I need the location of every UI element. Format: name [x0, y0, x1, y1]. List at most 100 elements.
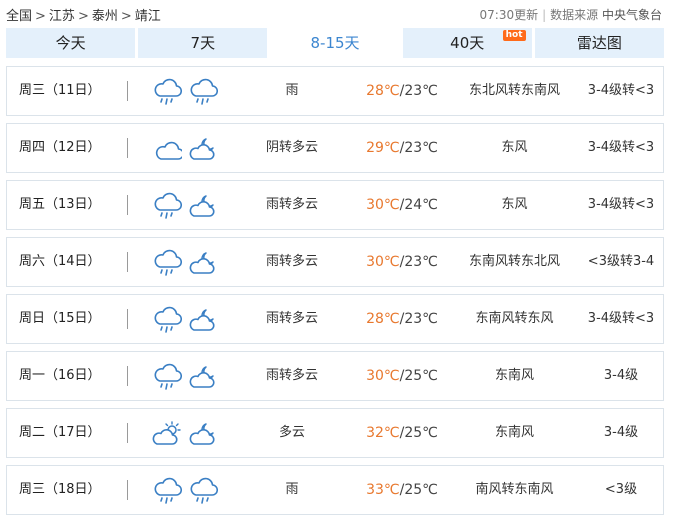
wind-direction: 东南风: [494, 368, 534, 383]
tab-1[interactable]: 7天: [138, 28, 268, 58]
wind-level: 3-4级: [603, 368, 639, 383]
update-time: 07:30更新: [479, 8, 539, 22]
update-info: 07:30更新 | 数据来源 中央气象台: [480, 6, 663, 23]
weather-icons: [152, 67, 224, 115]
tab-label: 雷达图: [576, 34, 622, 52]
temp-low: /24℃: [399, 197, 438, 213]
temp-low: /23℃: [399, 254, 438, 270]
row-divider: [127, 309, 128, 329]
breadcrumb-separator: >: [77, 9, 89, 24]
row-divider: [127, 480, 128, 500]
forecast-row: 周一（16日） 雨转多云 30℃/25℃ 东南风 3-4级: [6, 351, 664, 401]
tab-label: 8-15天: [310, 34, 360, 52]
wind-direction: 东风: [501, 140, 528, 155]
row-divider: [127, 81, 128, 101]
temperature: 32℃/25℃: [342, 409, 462, 457]
row-divider: [127, 423, 128, 443]
tab-4[interactable]: 雷达图: [534, 28, 665, 58]
meta-divider: |: [542, 8, 547, 22]
top-bar: 全国 > 江苏 > 泰州 > 靖江 07:30更新 | 数据来源 中央气象台: [0, 0, 674, 28]
day-label: 周四（12日）: [19, 140, 101, 155]
row-divider: [127, 252, 128, 272]
tab-0[interactable]: 今天: [6, 28, 136, 58]
wind-direction: 东风: [501, 197, 528, 212]
wind-direction: 东北风转东南风: [468, 83, 560, 98]
breadcrumb-city[interactable]: 泰州: [92, 9, 118, 24]
weather-icons: [152, 124, 224, 172]
source-label: 数据来源: [550, 8, 599, 22]
breadcrumb-national[interactable]: 全国: [6, 9, 32, 24]
weather-icons: [152, 466, 224, 514]
wind-level: <3级: [604, 482, 638, 497]
temp-low: /25℃: [399, 482, 438, 498]
temp-low: /23℃: [399, 83, 438, 99]
temp-low: /23℃: [399, 311, 438, 327]
wind-level: 3-4级转<3: [587, 311, 655, 326]
temp-high: 30℃: [366, 254, 400, 270]
weather-desc: 雨: [285, 83, 299, 98]
tab-3[interactable]: 40天 hot: [402, 28, 532, 58]
temperature: 33℃/25℃: [342, 466, 462, 514]
day-label: 周日（15日）: [19, 311, 101, 326]
forecast-row: 周二（17日） 多云 32℃/25℃ 东南风 3-4级: [6, 408, 664, 458]
forecast-row: 周六（14日） 雨转多云 30℃/23℃ 东南风转东北风 <3级转3-4: [6, 237, 664, 287]
temperature: 30℃/23℃: [342, 238, 462, 286]
tab-2[interactable]: 8-15天: [270, 28, 400, 58]
temp-low: /25℃: [399, 425, 438, 441]
tab-label: 今天: [55, 34, 86, 52]
weather-icons: [152, 238, 224, 286]
weather-desc: 多云: [278, 425, 305, 440]
weather-icons: [152, 295, 224, 343]
wind-direction: 东南风转东风: [475, 311, 554, 326]
wind-direction: 南风转东南风: [475, 482, 554, 497]
forecast-row: 周三（11日） 雨 28℃/23℃ 东北风转东南风 3-4级转<3: [6, 66, 664, 116]
forecast-list: 周三（11日） 雨 28℃/23℃ 东北风转东南风 3-4级转<3 周四（12日…: [6, 66, 664, 522]
tab-label: 7天: [190, 34, 216, 52]
forecast-row: 周三（18日） 雨 33℃/25℃ 南风转东南风 <3级: [6, 465, 664, 515]
breadcrumb-separator: >: [35, 9, 46, 24]
wind-level: 3-4级转<3: [587, 140, 655, 155]
tab-label: 40天: [450, 34, 485, 52]
day-label: 周一（16日）: [19, 368, 101, 383]
weather-desc: 雨转多云: [265, 368, 318, 383]
wind-level: 3-4级: [603, 425, 639, 440]
temp-high: 28℃: [366, 311, 400, 327]
temperature: 28℃/23℃: [342, 295, 462, 343]
weather-desc: 雨转多云: [265, 254, 318, 269]
row-divider: [127, 366, 128, 386]
forecast-tabs: 今天 7天 8-15天 40天 hot 雷达图: [6, 28, 665, 58]
temperature: 28℃/23℃: [342, 67, 462, 115]
day-label: 周二（17日）: [19, 425, 101, 440]
day-label: 周六（14日）: [19, 254, 101, 269]
temperature: 30℃/24℃: [342, 181, 462, 229]
temp-low: /25℃: [399, 368, 438, 384]
day-label: 周五（13日）: [19, 197, 101, 212]
weather-desc: 雨: [285, 482, 299, 497]
weather-desc: 雨转多云: [265, 197, 318, 212]
breadcrumb-province[interactable]: 江苏: [49, 9, 75, 24]
forecast-row: 周五（13日） 雨转多云 30℃/24℃ 东风 3-4级转<3: [6, 180, 664, 230]
wind-direction: 东南风转东北风: [468, 254, 560, 269]
weather-desc: 阴转多云: [265, 140, 318, 155]
temperature: 29℃/23℃: [342, 124, 462, 172]
breadcrumb-current: 靖江: [134, 9, 161, 24]
hot-badge: hot: [502, 30, 526, 41]
weather-desc: 雨转多云: [265, 311, 318, 326]
day-label: 周三（18日）: [19, 482, 101, 497]
weather-icons: [152, 352, 224, 400]
source-name: 中央气象台: [601, 8, 662, 22]
wind-direction: 东南风: [494, 425, 534, 440]
temp-high: 33℃: [366, 482, 400, 498]
temp-high: 28℃: [366, 83, 400, 99]
forecast-row: 周四（12日） 阴转多云 29℃/23℃ 东风 3-4级转<3: [6, 123, 664, 173]
row-divider: [127, 138, 128, 158]
temp-low: /23℃: [399, 140, 438, 156]
wind-level: 3-4级转<3: [587, 197, 655, 212]
weather-icons: [152, 409, 224, 457]
row-divider: [127, 195, 128, 215]
temp-high: 29℃: [366, 140, 400, 156]
weather-icons: [152, 181, 224, 229]
forecast-row: 周日（15日） 雨转多云 28℃/23℃ 东南风转东风 3-4级转<3: [6, 294, 664, 344]
wind-level: <3级转3-4: [587, 254, 655, 269]
temperature: 30℃/25℃: [342, 352, 462, 400]
